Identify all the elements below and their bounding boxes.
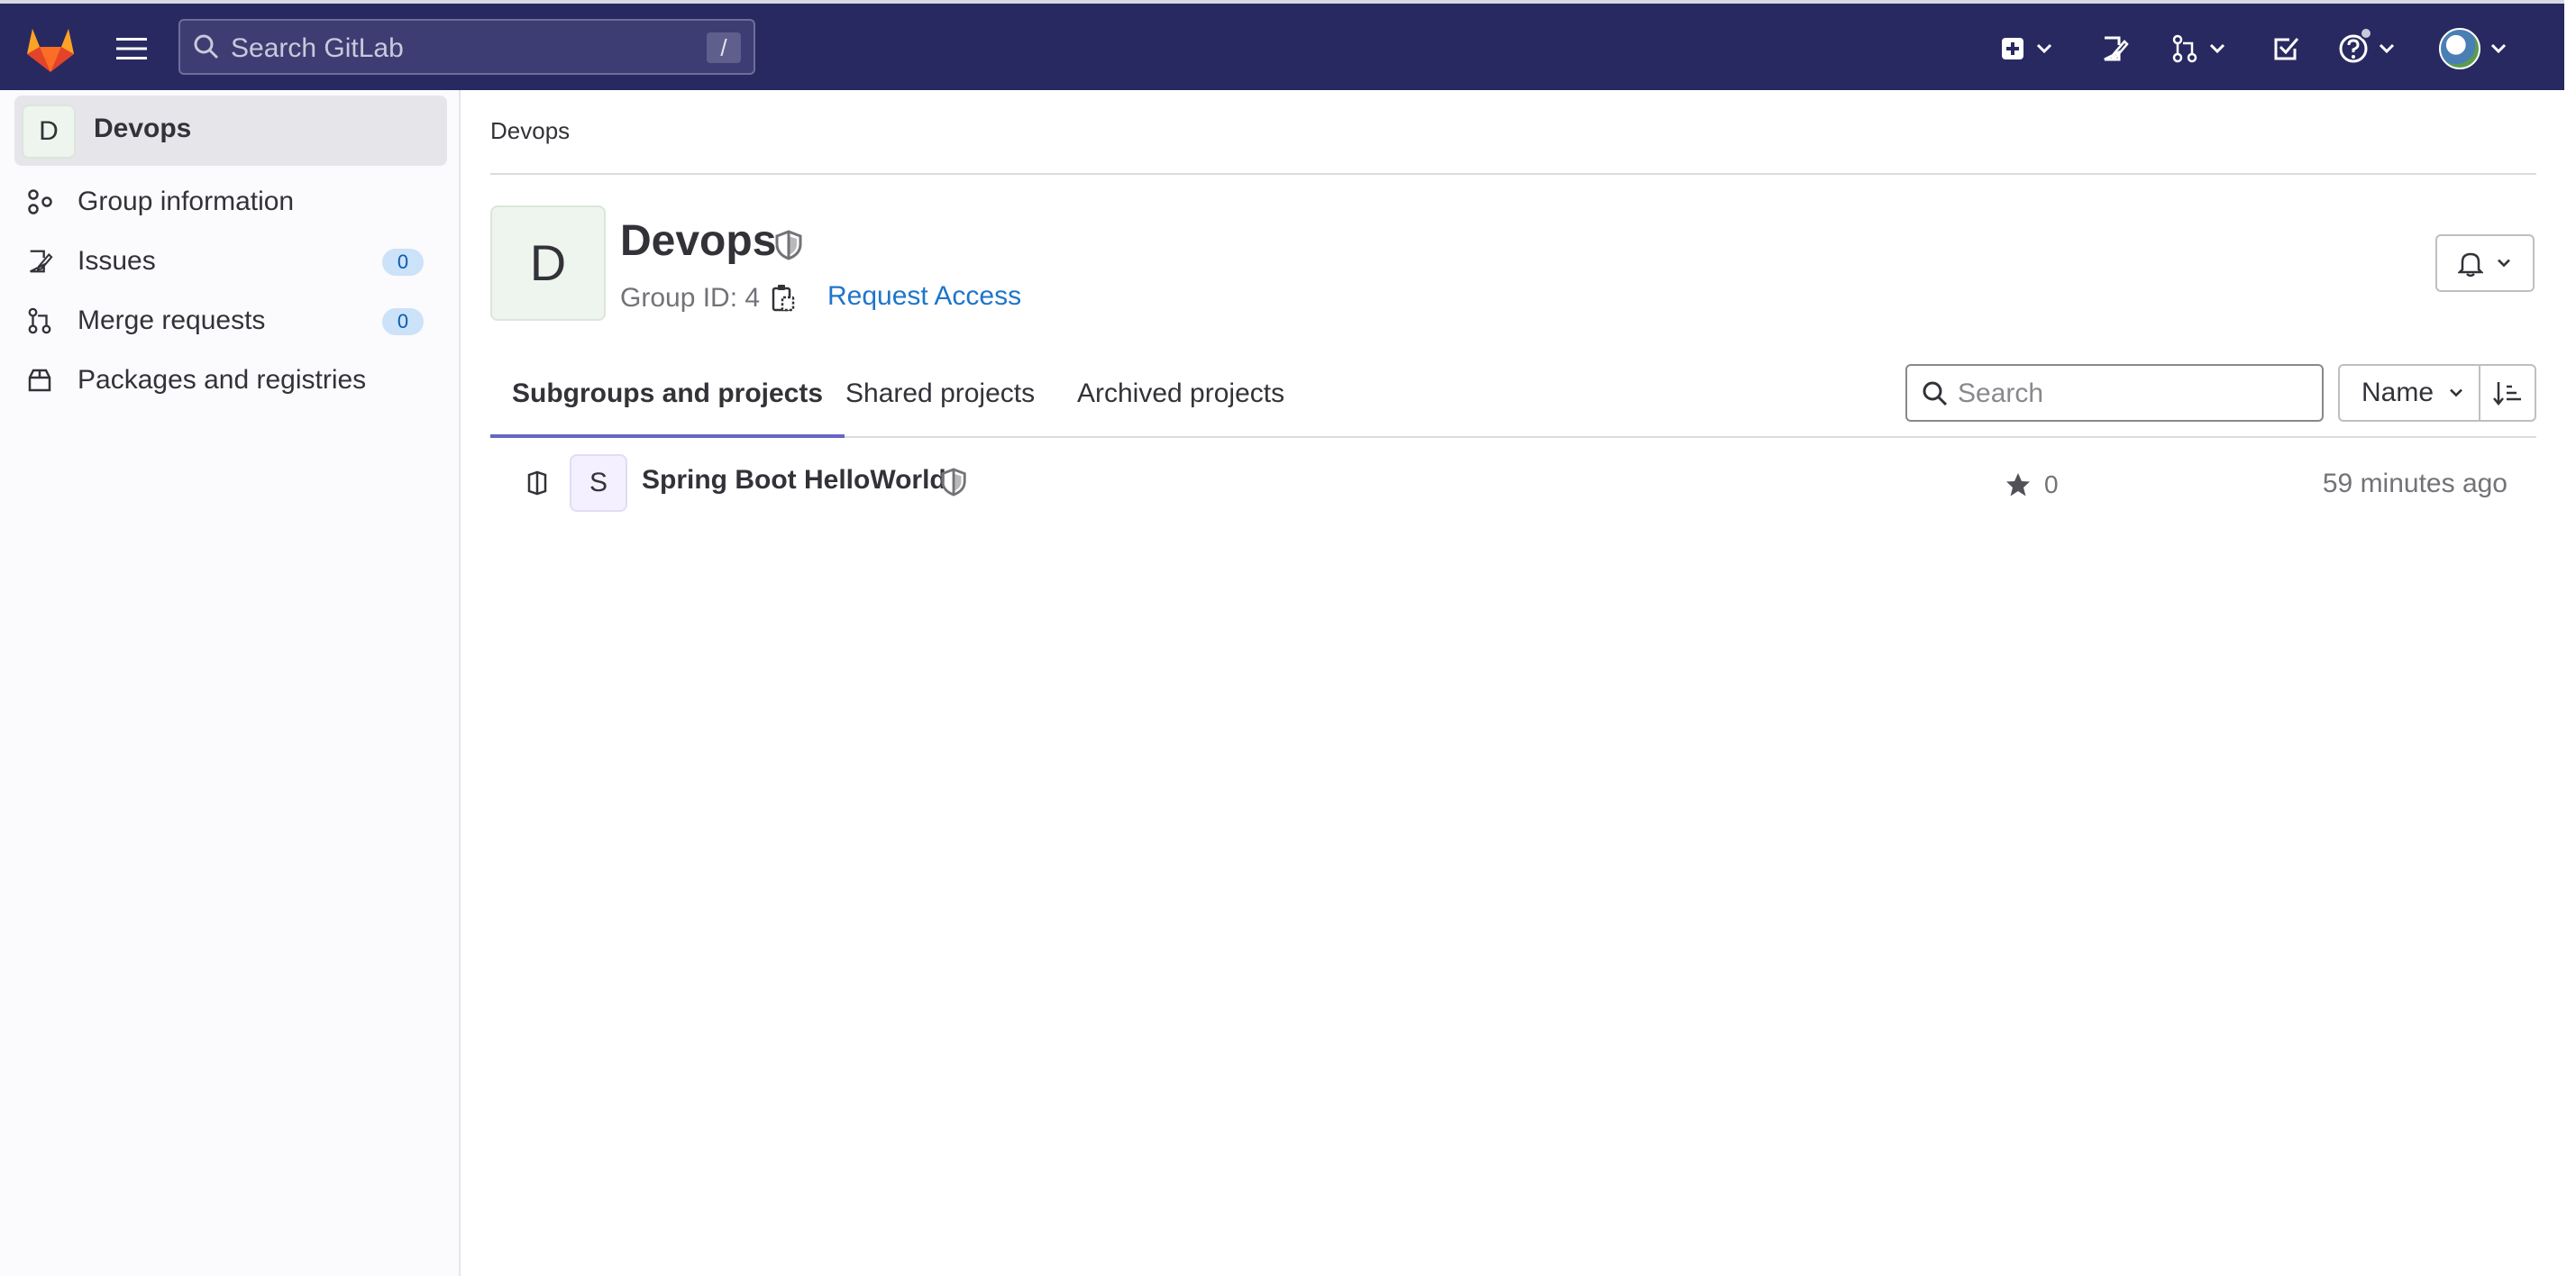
merge-requests-dropdown[interactable] <box>2170 27 2226 70</box>
merge-request-icon <box>2172 34 2197 63</box>
breadcrumb[interactable]: Devops <box>490 117 570 145</box>
sidebar-group-name: Devops <box>94 114 192 143</box>
issues-shortcut-button[interactable] <box>2100 27 2129 70</box>
chevron-down-icon <box>2498 259 2510 268</box>
todos-button[interactable] <box>2271 27 2300 70</box>
merge-request-icon <box>28 307 51 334</box>
sidebar: D Devops Group information Issues 0 Merg… <box>0 90 461 1276</box>
sort-by-dropdown[interactable]: Name <box>2338 364 2480 422</box>
star-count: 0 <box>2005 470 2059 499</box>
sort-by-label: Name <box>2361 378 2434 407</box>
request-access-link[interactable]: Request Access <box>827 281 1021 312</box>
sort-direction-button[interactable] <box>2479 364 2536 422</box>
bell-icon <box>2458 252 2483 277</box>
top-navigation-bar: Search GitLab / <box>0 0 2564 90</box>
filter-search-input[interactable]: Search <box>1905 364 2324 422</box>
star-icon <box>2006 473 2030 497</box>
chevron-down-icon <box>2036 43 2052 54</box>
sidebar-item-issues[interactable]: Issues 0 <box>14 234 447 288</box>
global-search-input[interactable]: Search GitLab / <box>178 19 755 75</box>
sidebar-group-header[interactable]: D Devops <box>14 96 447 166</box>
search-shortcut-hint: / <box>707 32 741 63</box>
breadcrumb-divider <box>490 173 2536 175</box>
notification-dot <box>2360 27 2372 40</box>
project-avatar: S <box>570 454 627 512</box>
star-count-value: 0 <box>2044 470 2059 498</box>
sidebar-item-label: Merge requests <box>78 305 266 335</box>
sidebar-item-packages-and-registries[interactable]: Packages and registries <box>14 353 447 407</box>
search-icon <box>194 34 219 59</box>
create-new-dropdown[interactable] <box>1999 27 2053 70</box>
search-icon <box>1923 381 1948 406</box>
page-title: Devops <box>620 217 777 265</box>
tab-subgroups-and-projects[interactable]: Subgroups and projects <box>490 360 845 438</box>
plus-square-icon <box>2002 38 2023 59</box>
help-dropdown[interactable] <box>2338 27 2396 70</box>
updated-timestamp: 59 minutes ago <box>2322 469 2507 498</box>
chevron-down-icon <box>2490 43 2507 54</box>
gitlab-logo-icon[interactable] <box>23 23 78 74</box>
main-menu-button[interactable] <box>108 27 155 70</box>
sidebar-item-group-information[interactable]: Group information <box>14 175 447 229</box>
project-name-link[interactable]: Spring Boot HelloWorld <box>642 465 946 496</box>
group-info-icon <box>28 189 52 214</box>
search-placeholder: Search GitLab <box>231 33 404 63</box>
tab-archived-projects[interactable]: Archived projects <box>1077 360 1284 438</box>
todo-check-icon <box>2274 38 2299 60</box>
sidebar-item-label: Group information <box>78 187 295 216</box>
group-id-label: Group ID: 4 <box>620 283 761 313</box>
group-avatar: D <box>22 105 76 159</box>
sidebar-item-label: Packages and registries <box>78 365 367 395</box>
package-icon <box>28 369 51 392</box>
merge-requests-count-badge: 0 <box>382 308 424 335</box>
user-avatar <box>2439 28 2480 69</box>
visibility-shield-icon <box>775 230 802 260</box>
sidebar-item-merge-requests[interactable]: Merge requests 0 <box>14 294 447 348</box>
sort-ascending-icon <box>2493 382 2521 406</box>
chevron-down-icon <box>2450 388 2462 397</box>
chevron-down-icon <box>2209 43 2225 54</box>
issues-icon <box>30 250 53 273</box>
hamburger-icon <box>116 38 147 59</box>
chevron-down-icon <box>2379 43 2395 54</box>
visibility-icon <box>527 470 547 496</box>
tab-shared-projects[interactable]: Shared projects <box>845 360 1035 438</box>
filter-search-placeholder: Search <box>1958 378 2044 408</box>
copy-id-icon[interactable] <box>770 283 797 314</box>
visibility-shield-icon <box>941 468 966 497</box>
project-row[interactable]: S Spring Boot HelloWorld 0 59 minutes ag… <box>490 447 2536 519</box>
notification-settings-dropdown[interactable] <box>2435 234 2535 292</box>
group-avatar-large: D <box>490 205 606 321</box>
sidebar-item-label: Issues <box>78 246 156 276</box>
issues-icon <box>2104 36 2129 61</box>
user-menu-dropdown[interactable] <box>2439 27 2507 70</box>
issues-count-badge: 0 <box>382 249 424 276</box>
